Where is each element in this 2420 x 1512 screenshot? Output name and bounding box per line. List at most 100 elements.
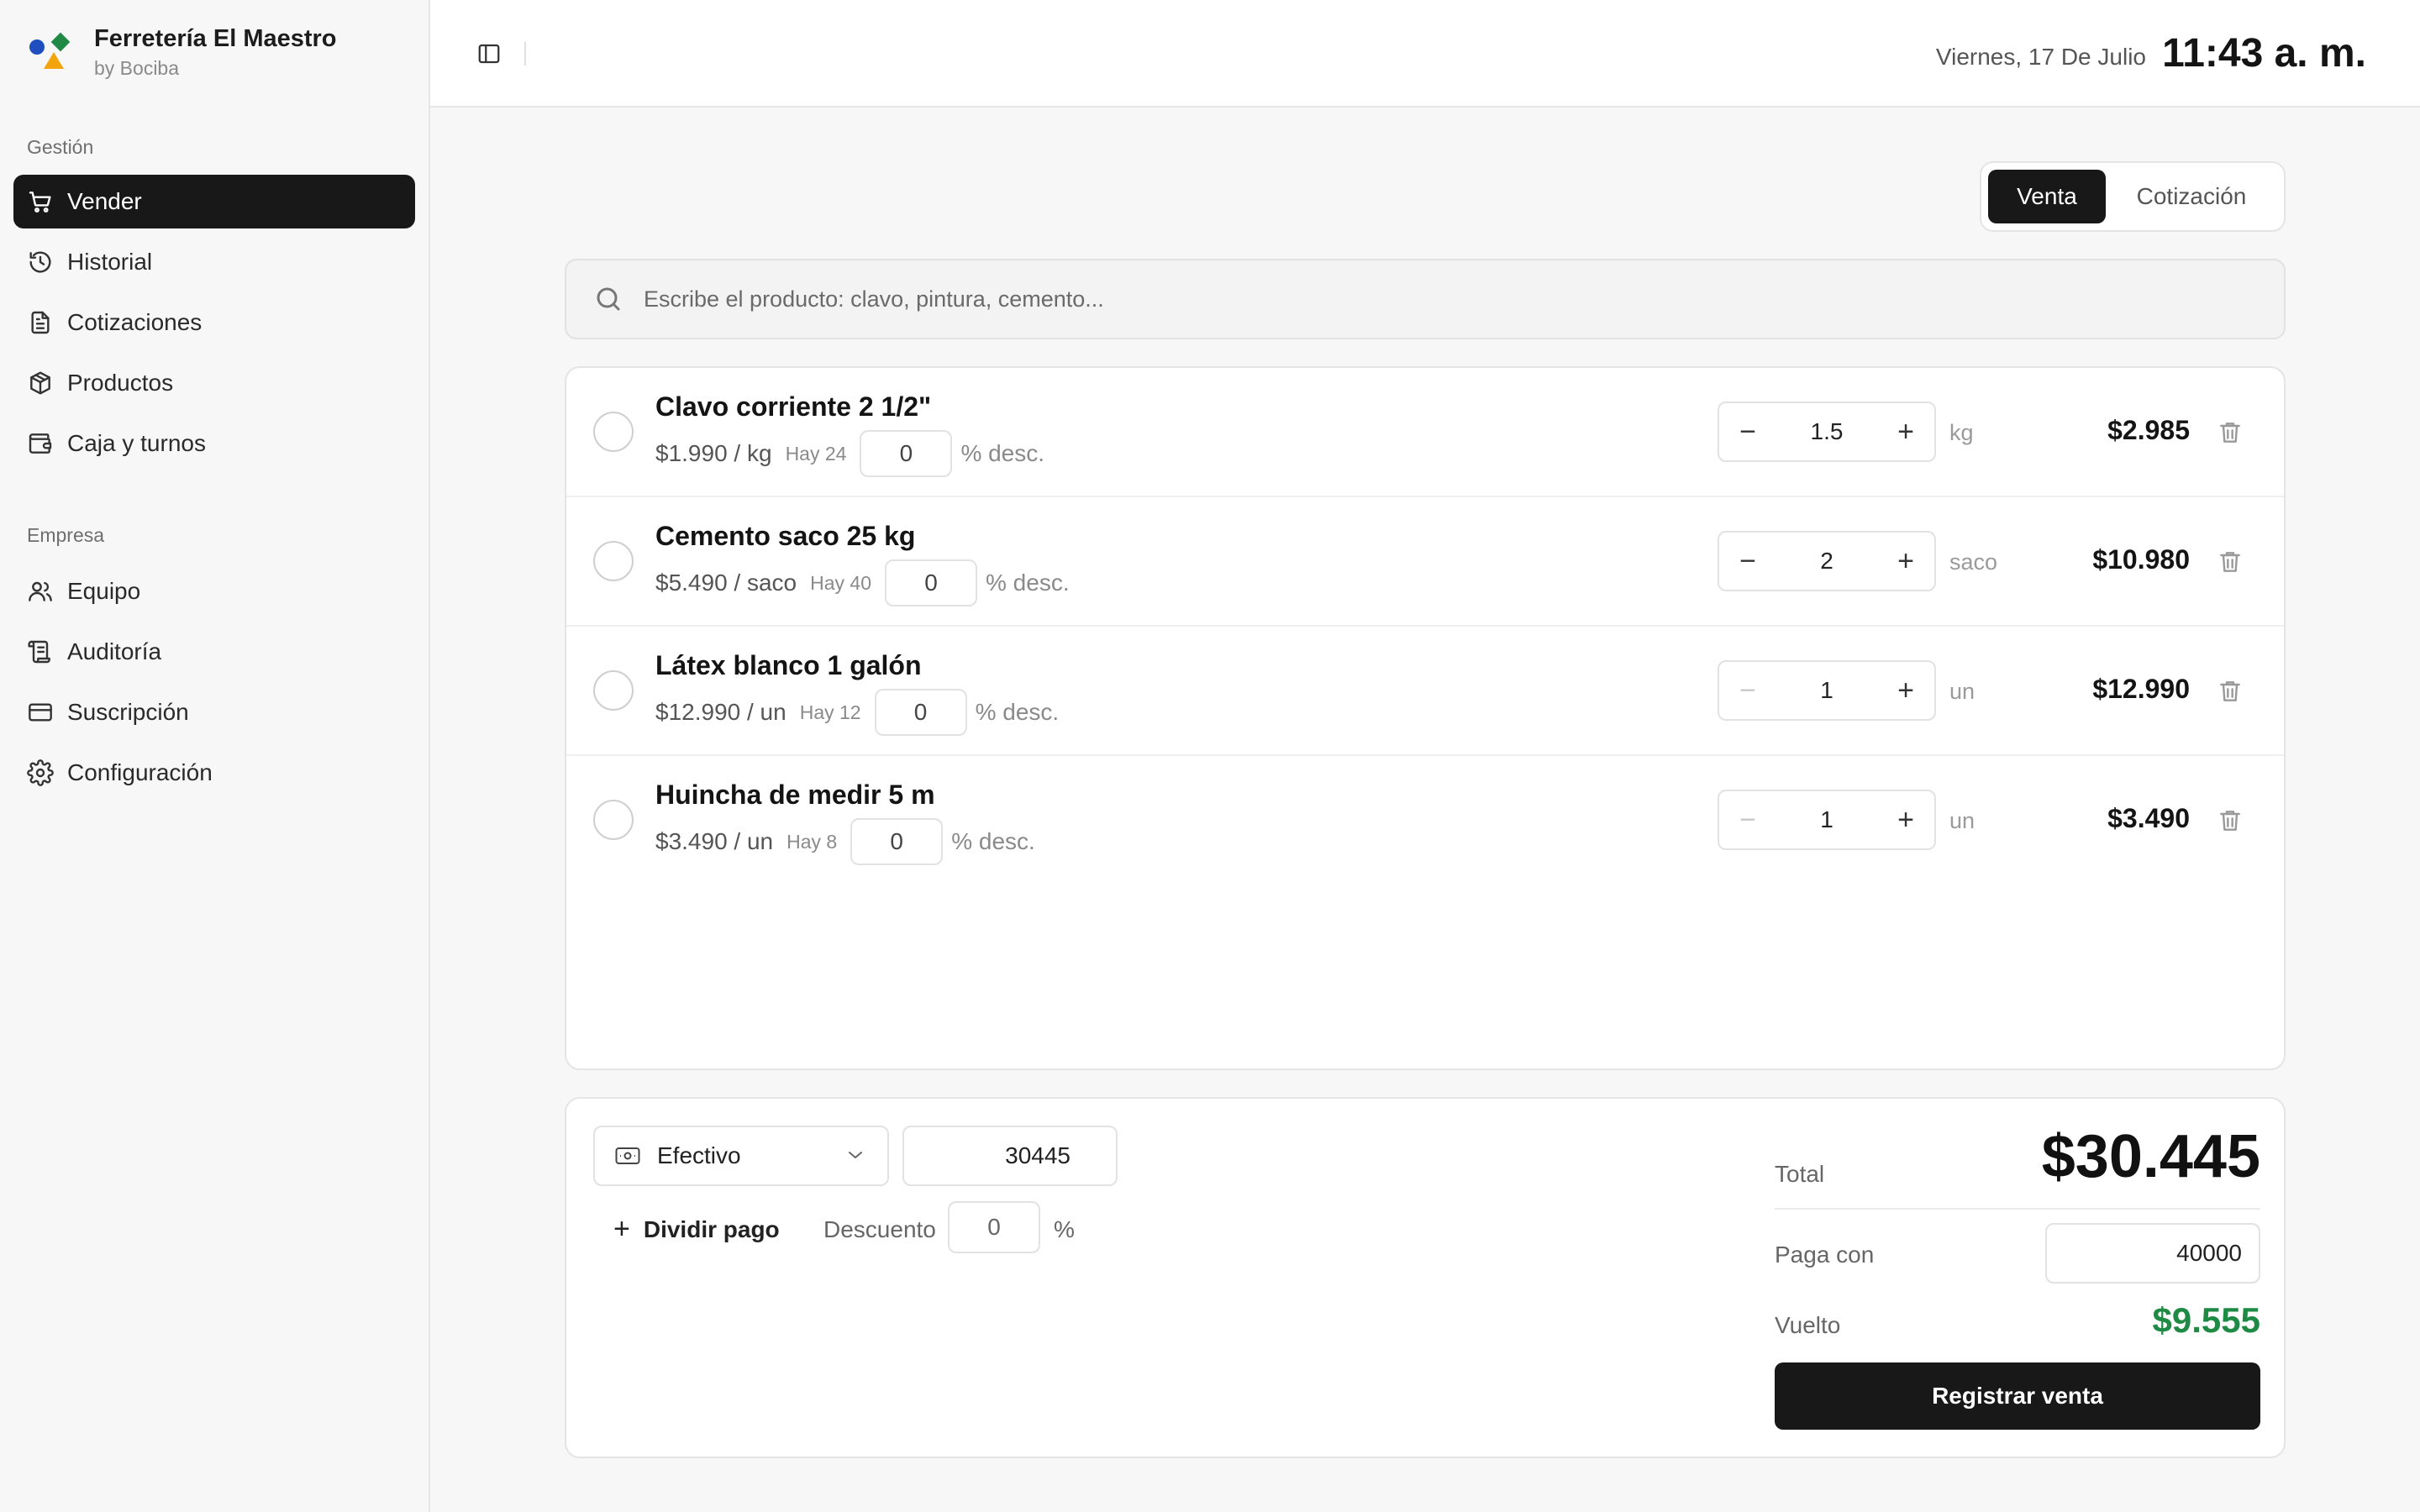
item-discount-input[interactable] (885, 559, 977, 606)
decrease-button[interactable]: − (1719, 791, 1776, 848)
payment-method-select[interactable]: Efectivo (593, 1126, 889, 1186)
quantity-value[interactable]: 1 (1776, 806, 1877, 833)
trash-icon[interactable] (2217, 806, 2244, 835)
document-icon (31, 311, 50, 334)
trash-icon[interactable] (2217, 548, 2244, 576)
total-label: Total (1775, 1161, 1825, 1187)
box-icon (30, 371, 50, 395)
register-sale-button[interactable]: Registrar venta (1775, 1362, 2260, 1430)
topbar-divider (524, 42, 526, 66)
totals-divider (1775, 1208, 2260, 1210)
item-discount-input[interactable] (874, 689, 967, 736)
select-radio[interactable] (593, 670, 634, 711)
sidebar-item-suscripcion[interactable]: Suscripción (13, 685, 415, 739)
increase-button[interactable]: + (1877, 791, 1934, 848)
cash-icon (615, 1147, 640, 1164)
current-date: Viernes, 17 De Julio (1935, 44, 2146, 70)
sidebar-item-auditoria[interactable]: Auditoría (13, 625, 415, 679)
sidebar-item-label: Historial (67, 249, 153, 275)
global-discount-percent: % (1054, 1216, 1075, 1242)
discount-label: % desc. (951, 828, 1035, 854)
product-name: Cemento saco 25 kg (655, 521, 916, 551)
sidebar-item-label: Auditoría (67, 638, 162, 664)
increase-button[interactable]: + (1877, 403, 1934, 460)
product-name: Látex blanco 1 galón (655, 650, 922, 680)
decrease-button[interactable]: − (1719, 662, 1776, 719)
totals-block: Total $30.445 Paga con Vuelto $9.555 Reg… (1775, 1099, 2260, 1460)
pays-with-label: Paga con (1775, 1242, 1875, 1268)
sidebar-item-productos[interactable]: Productos (13, 356, 415, 410)
sidebar-item-cotizaciones[interactable]: Cotizaciones (13, 296, 415, 349)
cart-row: Cemento saco 25 kg $5.490 / saco Hay 40 … (566, 497, 2284, 627)
search-icon (597, 287, 620, 311)
sidebar-item-caja-turnos[interactable]: Caja y turnos (13, 417, 415, 470)
topbar: Viernes, 17 De Julio 11:43 a. m. (430, 0, 2420, 108)
trash-icon[interactable] (2217, 677, 2244, 706)
sidebar-item-vender[interactable]: Vender (13, 175, 415, 228)
select-radio[interactable] (593, 800, 634, 840)
sidebar-item-configuracion[interactable]: Configuración (13, 746, 415, 800)
stock-badge: Hay 12 (799, 701, 861, 723)
split-payment-label: Dividir pago (643, 1215, 780, 1242)
unit-price: $3.490 / un (655, 828, 774, 854)
payment-method-value: Efectivo (657, 1142, 741, 1168)
change-label: Vuelto (1775, 1312, 1841, 1338)
line-subtotal: $3.490 (2107, 803, 2190, 833)
unit-label: un (1949, 808, 1975, 833)
decrease-button[interactable]: − (1719, 533, 1776, 590)
select-radio[interactable] (593, 541, 634, 581)
quantity-stepper: − 1 + (1718, 790, 1936, 850)
pays-with-input[interactable] (2045, 1223, 2260, 1284)
sidebar-item-equipo[interactable]: Equipo (13, 564, 415, 618)
unit-label: kg (1949, 420, 1974, 445)
unit-label: un (1949, 679, 1975, 704)
discount-label: % desc. (986, 570, 1070, 596)
split-payment-button[interactable]: + Dividir pago (613, 1213, 780, 1246)
chevron-down-icon (849, 1152, 862, 1158)
scroll-icon (28, 640, 50, 664)
line-subtotal: $12.990 (2092, 674, 2190, 704)
global-discount-label: Descuento (823, 1216, 936, 1242)
decrease-button[interactable]: − (1719, 403, 1776, 460)
sidebar-toggle-button[interactable] (472, 37, 506, 71)
mode-toggle: Venta Cotización (1980, 161, 2286, 232)
cart-row: Látex blanco 1 galón $12.990 / un Hay 12… (566, 627, 2284, 756)
product-name: Clavo corriente 2 1/2" (655, 391, 932, 422)
item-discount-input[interactable] (860, 430, 953, 477)
cart-list: Clavo corriente 2 1/2" $1.990 / kg Hay 2… (565, 366, 2286, 1070)
stock-badge: Hay 24 (785, 442, 847, 465)
brand-logo (27, 30, 81, 84)
sidebar-item-historial[interactable]: Historial (13, 235, 415, 289)
cart-row: Clavo corriente 2 1/2" $1.990 / kg Hay 2… (566, 368, 2284, 497)
quantity-value[interactable]: 1 (1776, 677, 1877, 704)
increase-button[interactable]: + (1877, 662, 1934, 719)
users-icon (29, 581, 52, 601)
total-value: $30.445 (2041, 1123, 2260, 1190)
mode-venta-button[interactable]: Venta (1988, 170, 2106, 223)
change-value: $9.555 (2152, 1300, 2260, 1340)
global-discount-input[interactable] (948, 1201, 1040, 1253)
credit-card-icon (29, 703, 52, 722)
select-radio[interactable] (593, 412, 634, 452)
sidebar: Ferretería El Maestro by Bociba Gestión … (0, 0, 430, 1512)
sidebar-item-label: Cotizaciones (67, 309, 203, 335)
mode-cotizacion-button[interactable]: Cotización (2106, 170, 2277, 223)
brand-subtitle: by Bociba (94, 57, 180, 79)
quantity-value[interactable]: 2 (1776, 548, 1877, 575)
sidebar-toggle-icon (478, 44, 500, 64)
nav-gestion: Vender Historial Cotizaciones Productos … (13, 175, 415, 477)
discount-label: % desc. (960, 440, 1045, 466)
unit-label: saco (1949, 549, 1998, 575)
sidebar-item-label: Caja y turnos (67, 430, 206, 456)
sidebar-item-label: Configuración (67, 759, 213, 785)
payment-amount-input[interactable] (902, 1126, 1118, 1186)
item-discount-input[interactable] (850, 818, 944, 865)
product-search (565, 259, 2286, 339)
quantity-value[interactable]: 1.5 (1776, 418, 1877, 445)
search-input[interactable] (644, 286, 2240, 312)
increase-button[interactable]: + (1877, 533, 1934, 590)
brand-title: Ferretería El Maestro (94, 25, 337, 52)
history-icon (29, 251, 51, 273)
trash-icon[interactable] (2217, 418, 2244, 447)
sidebar-item-label: Suscripción (67, 699, 189, 725)
